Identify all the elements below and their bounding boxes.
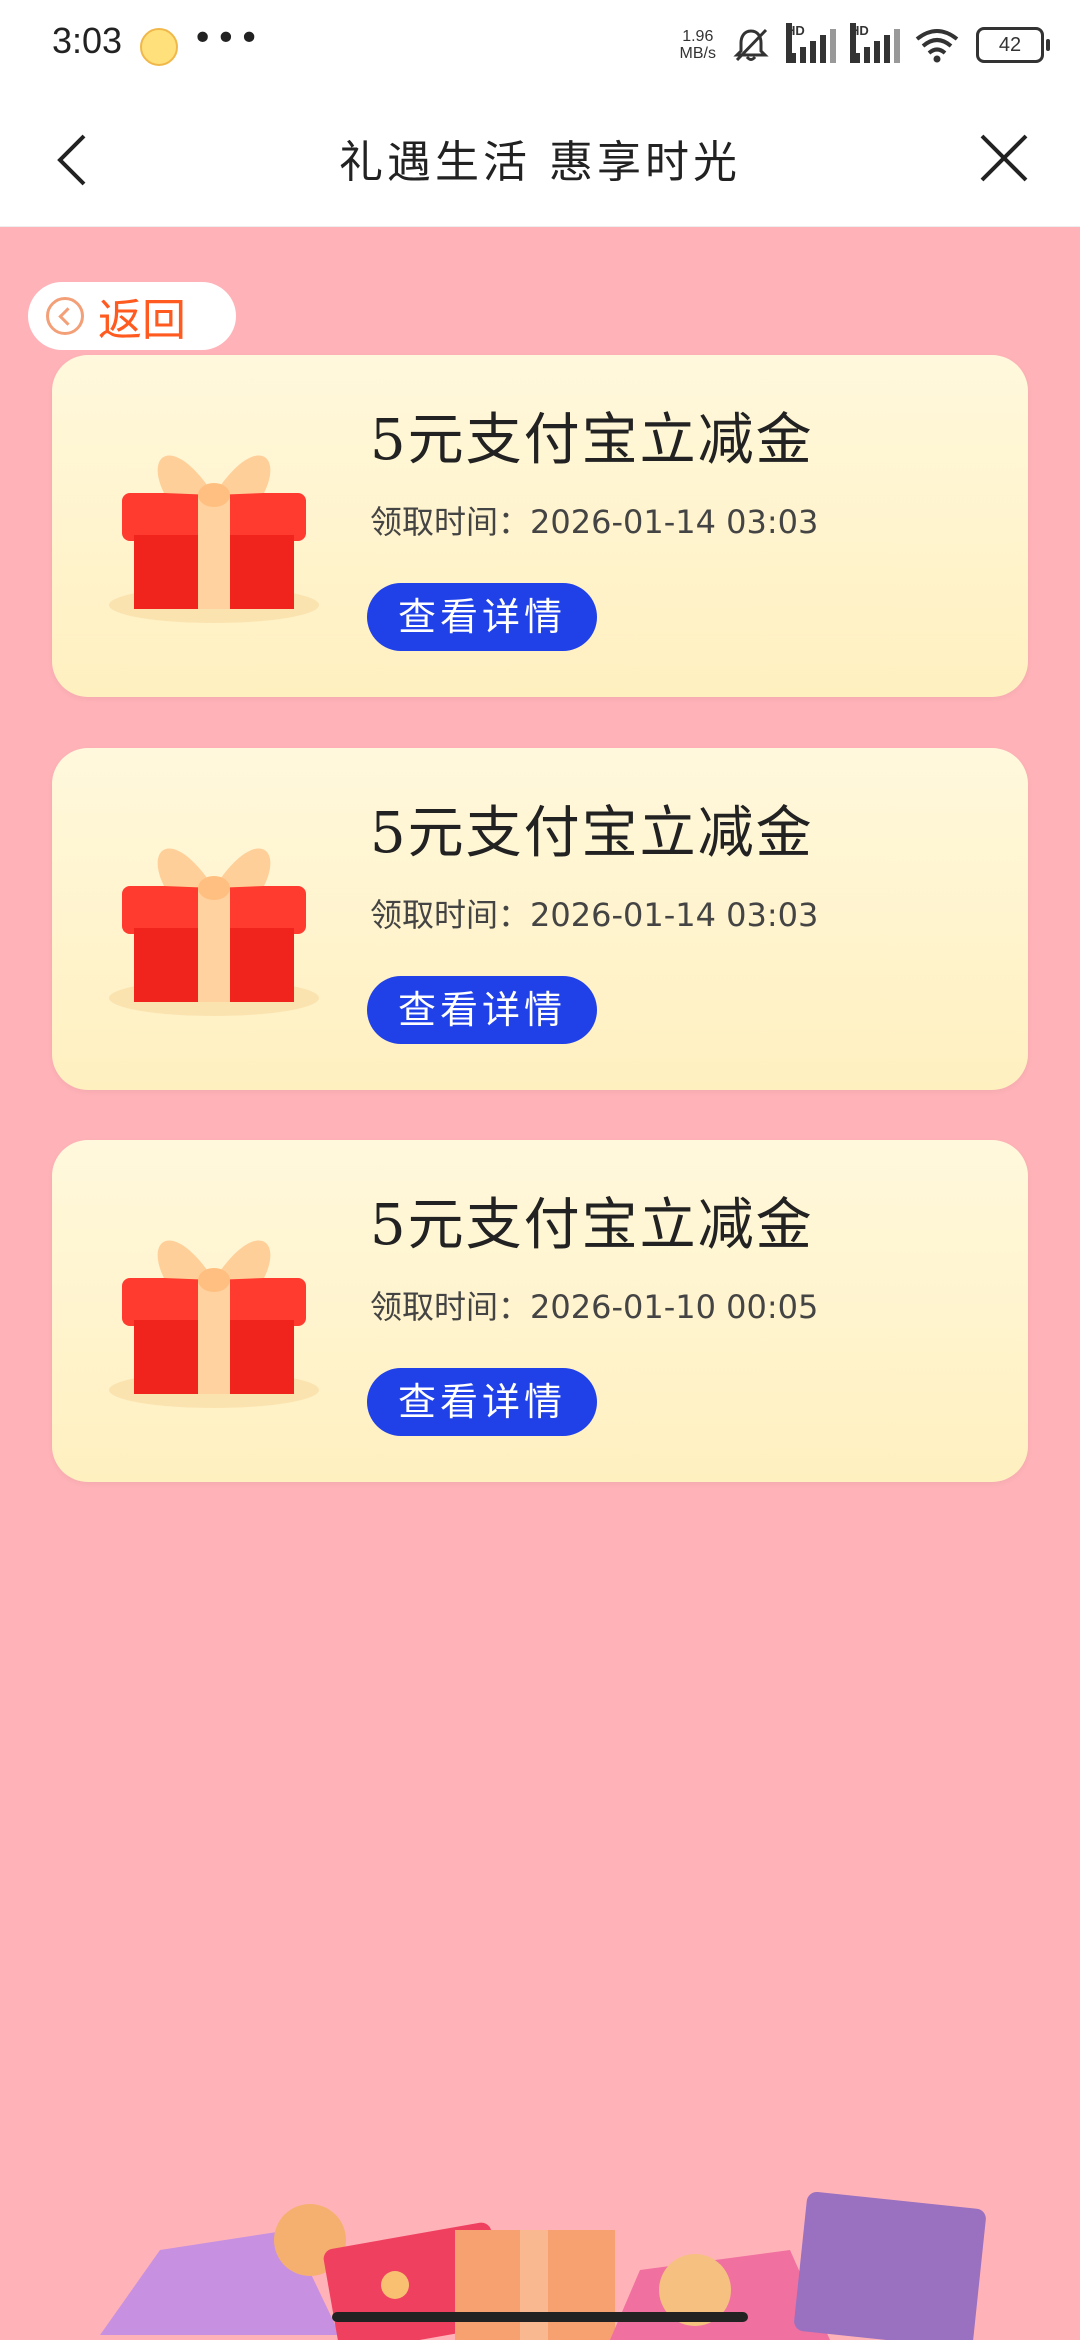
- claim-time: 领取时间：2026-01-14 03:03: [370, 896, 819, 934]
- status-time: 3:03: [52, 20, 123, 61]
- wifi-icon: [915, 29, 959, 63]
- notification-emoji-icon: [140, 28, 178, 66]
- view-details-button[interactable]: 查看详情: [367, 976, 597, 1044]
- view-details-button[interactable]: 查看详情: [367, 583, 597, 651]
- status-icons: 1.96 MB/s HD HD 42: [680, 20, 1050, 70]
- network-speed: 1.96 MB/s: [680, 28, 716, 62]
- gift-box-icon: [109, 455, 319, 623]
- coupon-title: 5元支付宝立减金: [370, 801, 814, 866]
- coupon-card: 5元支付宝立减金 领取时间：2026-01-10 00:05 查看详情: [52, 1140, 1028, 1482]
- nav-bar: 礼遇生活 惠享时光: [0, 90, 1080, 227]
- coupon-title: 5元支付宝立减金: [370, 1193, 814, 1258]
- return-button-label: 返回: [98, 295, 186, 346]
- battery-icon: 42: [976, 27, 1050, 63]
- more-notifications-icon: •••: [192, 18, 262, 59]
- home-indicator[interactable]: [332, 2312, 748, 2322]
- return-button[interactable]: 返回: [28, 282, 236, 350]
- claim-time: 领取时间：2026-01-10 00:05: [370, 1288, 819, 1326]
- view-details-button[interactable]: 查看详情: [367, 1368, 597, 1436]
- signal-1-icon: HD: [786, 23, 836, 63]
- claim-time: 领取时间：2026-01-14 03:03: [370, 503, 819, 541]
- close-icon[interactable]: [976, 130, 1032, 186]
- gift-box-icon: [109, 1240, 319, 1408]
- gift-box-icon: [109, 848, 319, 1016]
- signal-2-icon: HD: [850, 23, 900, 63]
- circle-left-arrow-icon: [46, 297, 84, 335]
- status-bar: 3:03 ••• 1.96 MB/s HD HD 42: [0, 0, 1080, 90]
- page-title: 礼遇生活 惠享时光: [339, 137, 741, 188]
- mute-bell-icon: [733, 28, 769, 62]
- coupon-card: 5元支付宝立减金 领取时间：2026-01-14 03:03 查看详情: [52, 748, 1028, 1090]
- network-speed-unit: MB/s: [679, 45, 716, 62]
- coupon-card: 5元支付宝立减金 领取时间：2026-01-14 03:03 查看详情: [52, 355, 1028, 697]
- coupon-title: 5元支付宝立减金: [370, 408, 814, 473]
- network-speed-value: 1.96: [682, 28, 714, 45]
